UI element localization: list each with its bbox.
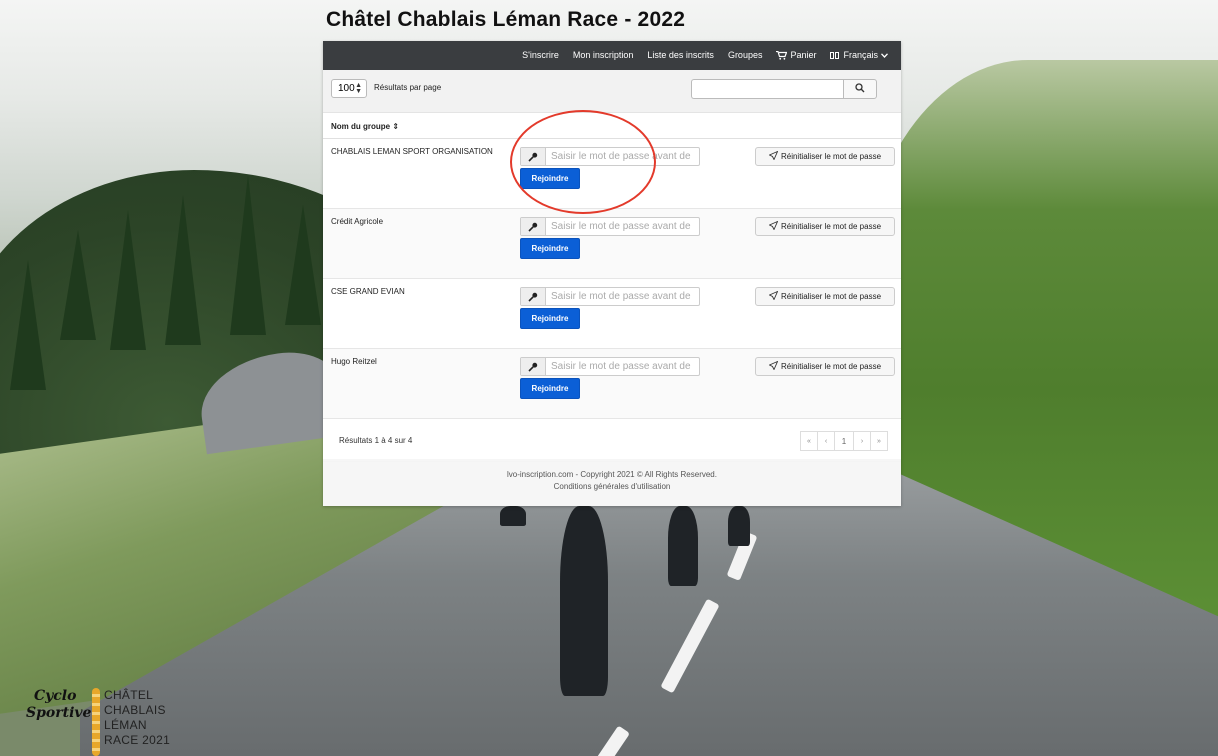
logo-caps-line: CHABLAIS xyxy=(104,703,166,717)
cyclist xyxy=(560,506,608,696)
key-icon xyxy=(521,288,546,305)
pagination-page-1[interactable]: 1 xyxy=(834,431,854,451)
reset-password-button[interactable]: Réinitialiser le mot de passe xyxy=(755,287,895,306)
nav-item-label: Français xyxy=(843,50,878,60)
group-name: Hugo Reitzel xyxy=(331,357,377,366)
nav-item-label: Mon inscription xyxy=(572,50,634,60)
search-button[interactable] xyxy=(843,79,877,99)
reset-password-label: Réinitialiser le mot de passe xyxy=(780,292,882,301)
reset-password-label: Réinitialiser le mot de passe xyxy=(780,222,882,231)
join-button[interactable]: Rejoindre xyxy=(520,378,580,399)
results-summary: Résultats 1 à 4 sur 4 xyxy=(339,436,413,445)
group-password-input[interactable] xyxy=(546,218,699,235)
table-row: CHABLAIS LEMAN SPORT ORGANISATION Rejoin… xyxy=(323,139,901,209)
send-icon xyxy=(768,290,779,302)
logo-caps-line: CHÂTEL xyxy=(104,688,154,702)
reset-password-label: Réinitialiser le mot de passe xyxy=(780,152,882,161)
event-logo: Cyclo Sportive CHÂTEL CHABLAIS LÉMAN RAC… xyxy=(26,688,186,756)
nav-item-panier[interactable]: Panier xyxy=(769,41,823,70)
logo-script-line: Sportive xyxy=(26,705,92,721)
logo-caps: CHÂTEL CHABLAIS LÉMAN RACE 2021 xyxy=(104,688,170,748)
page-title: Châtel Chablais Léman Race - 2022 xyxy=(326,8,686,31)
navbar: S'inscrire Mon inscription Liste des ins… xyxy=(323,41,901,70)
tree xyxy=(60,230,96,340)
pagination: « ‹ 1 › » xyxy=(800,431,888,451)
password-field-wrapper xyxy=(520,147,700,166)
send-icon xyxy=(768,220,779,232)
key-icon xyxy=(521,148,546,165)
key-icon xyxy=(521,358,546,375)
chevron-down-icon xyxy=(881,53,888,58)
nav-item-sinscrire[interactable]: S'inscrire xyxy=(515,41,566,70)
join-button[interactable]: Rejoindre xyxy=(520,238,580,259)
pagination-prev[interactable]: ‹ xyxy=(817,431,835,451)
logo-caps-line: RACE 2021 xyxy=(104,733,171,747)
cyclist xyxy=(500,506,526,526)
nav-item-label: S'inscrire xyxy=(522,50,559,60)
tree xyxy=(230,175,266,335)
reset-password-button[interactable]: Réinitialiser le mot de passe xyxy=(755,147,895,166)
send-icon xyxy=(768,150,779,162)
nav-item-liste-des-inscrits[interactable]: Liste des inscrits xyxy=(640,41,721,70)
nav-item-label: Groupes xyxy=(727,50,763,60)
logo-caps-line: LÉMAN xyxy=(104,718,147,732)
tree xyxy=(110,210,146,350)
footer: lvo-inscription.com - Copyright 2021 © A… xyxy=(323,469,901,493)
per-page-select[interactable]: 100 ▲ ▼ xyxy=(331,79,367,98)
table-header: Nom du groupe ⇕ xyxy=(323,113,901,139)
key-icon xyxy=(521,218,546,235)
join-button[interactable]: Rejoindre xyxy=(520,308,580,329)
results-bar: Résultats 1 à 4 sur 4 « ‹ 1 › » xyxy=(323,419,901,462)
group-name: CSE GRAND EVIAN xyxy=(331,287,405,296)
password-field-wrapper xyxy=(520,357,700,376)
per-page-label: Résultats par page xyxy=(374,83,442,92)
logo-script-line: Cyclo xyxy=(34,688,77,704)
reset-password-button[interactable]: Réinitialiser le mot de passe xyxy=(755,217,895,236)
search-input[interactable] xyxy=(691,79,843,99)
tree xyxy=(10,260,46,390)
group-password-input[interactable] xyxy=(546,358,699,375)
nav-item-label: Panier xyxy=(790,50,817,60)
pagination-last[interactable]: » xyxy=(870,431,888,451)
column-header-group-name[interactable]: Nom du groupe ⇕ xyxy=(331,122,399,131)
terms-link[interactable]: Conditions générales d'utilisation xyxy=(323,481,901,493)
tree xyxy=(165,195,201,345)
flag-icon xyxy=(830,52,840,59)
toolbar: 100 ▲ ▼ Résultats par page xyxy=(323,70,901,113)
cart-icon xyxy=(776,51,788,60)
password-field-wrapper xyxy=(520,217,700,236)
nav-item-label: Liste des inscrits xyxy=(647,50,714,60)
reset-password-label: Réinitialiser le mot de passe xyxy=(780,362,882,371)
table-row: Hugo Reitzel Rejoindre Réinitialiser le … xyxy=(323,349,901,419)
group-password-input[interactable] xyxy=(546,288,699,305)
password-field-wrapper xyxy=(520,287,700,306)
group-name: CHABLAIS LEMAN SPORT ORGANISATION xyxy=(331,147,493,156)
select-arrows-icon: ▲ ▼ xyxy=(355,82,362,95)
join-button[interactable]: Rejoindre xyxy=(520,168,580,189)
nav-item-mon-inscription[interactable]: Mon inscription xyxy=(566,41,641,70)
language-dropdown[interactable]: Français xyxy=(823,41,895,70)
table-row: Crédit Agricole Rejoindre Réinitialiser … xyxy=(323,209,901,279)
per-page-value: 100 xyxy=(338,83,355,94)
table-row: CSE GRAND EVIAN Rejoindre Réinitialiser … xyxy=(323,279,901,349)
search-icon xyxy=(855,80,865,98)
main-panel: S'inscrire Mon inscription Liste des ins… xyxy=(323,41,901,506)
send-icon xyxy=(768,360,779,372)
nav-item-groupes[interactable]: Groupes xyxy=(721,41,770,70)
reset-password-button[interactable]: Réinitialiser le mot de passe xyxy=(755,357,895,376)
group-password-input[interactable] xyxy=(546,148,699,165)
chain-icon xyxy=(92,688,100,756)
cyclist xyxy=(668,506,698,586)
group-table-body: CHABLAIS LEMAN SPORT ORGANISATION Rejoin… xyxy=(323,139,901,419)
pagination-first[interactable]: « xyxy=(800,431,818,451)
pagination-next[interactable]: › xyxy=(853,431,871,451)
group-name: Crédit Agricole xyxy=(331,217,384,226)
tree xyxy=(285,205,321,325)
cyclist xyxy=(728,506,750,546)
logo-script: Cyclo Sportive xyxy=(26,688,91,722)
copyright-text: lvo-inscription.com - Copyright 2021 © A… xyxy=(507,470,717,479)
